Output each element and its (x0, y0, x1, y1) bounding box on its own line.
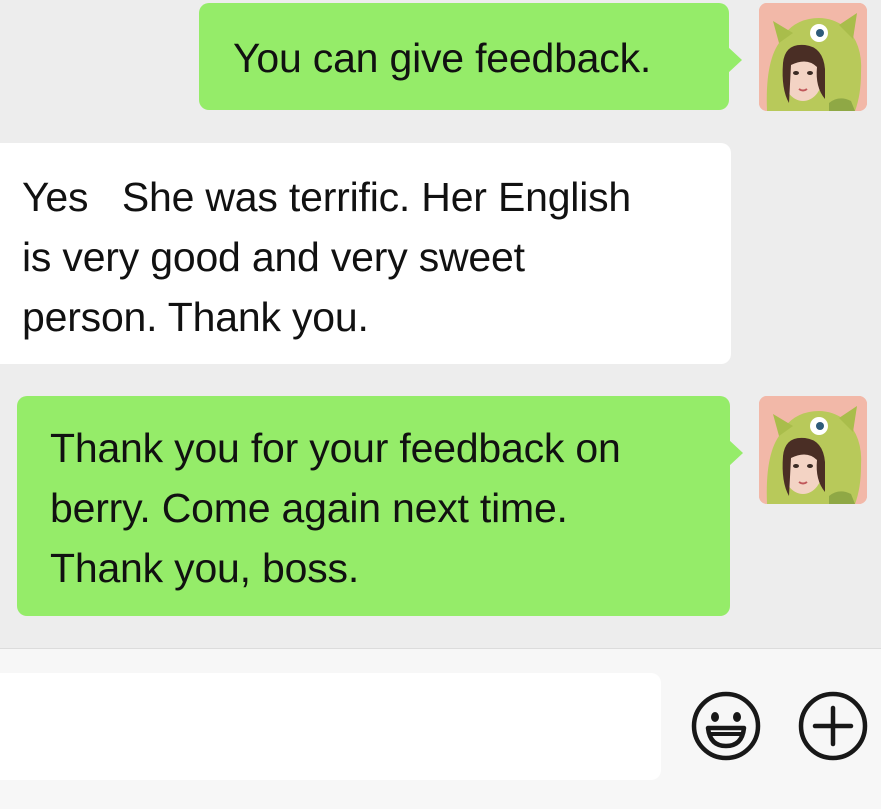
message-text-line: Yes She was terrific. Her English (22, 174, 632, 220)
user-avatar[interactable] (759, 396, 867, 504)
avatar-image (759, 396, 867, 504)
user-avatar[interactable] (759, 3, 867, 111)
plus-circle-icon[interactable] (797, 690, 869, 762)
message-text-line: is very good and very sweet (22, 234, 525, 280)
message-text-line: berry. Come again next time. (50, 485, 568, 531)
message-text-line: Thank you for your feedback on (50, 425, 621, 471)
outgoing-message-bubble[interactable]: Thank you for your feedback on berry. Co… (17, 396, 743, 616)
incoming-message-bubble[interactable]: Yes She was terrific. Her English is ver… (0, 143, 731, 364)
message-text-line: You can give feedback. (233, 35, 652, 81)
chat-input-bar (0, 648, 881, 809)
smiley-face-icon[interactable] (690, 690, 762, 762)
message-input[interactable] (0, 673, 661, 780)
avatar-image (759, 3, 867, 111)
message-text-line: person. Thank you. (22, 294, 369, 340)
chat-message-list[interactable]: You can give feedback. Yes She was terri… (0, 0, 881, 648)
outgoing-message-bubble[interactable]: You can give feedback. (199, 3, 742, 110)
message-text-line: Thank you, boss. (50, 545, 360, 591)
